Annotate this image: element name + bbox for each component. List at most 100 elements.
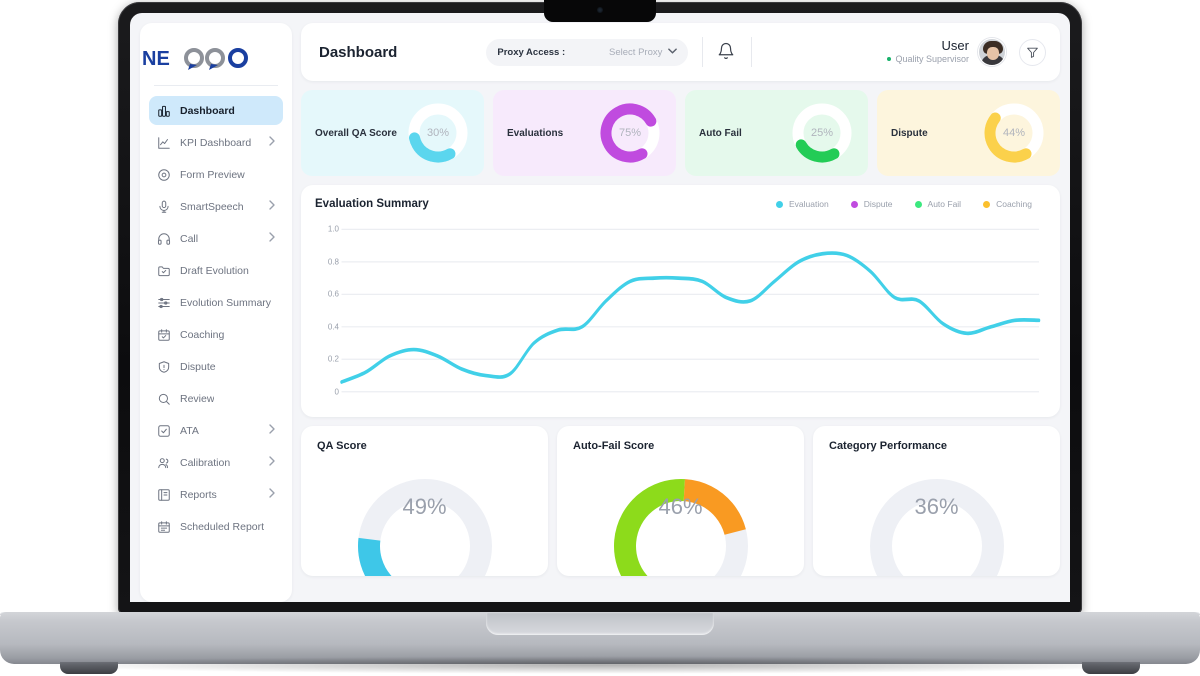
chevron-right-icon	[269, 456, 275, 469]
legend-label: Dispute	[863, 199, 893, 209]
donut-card-title: QA Score	[317, 440, 367, 452]
chart-legend: Evaluation Dispute Auto Fail Coaching	[776, 199, 1044, 209]
kpi-card-value: 30%	[426, 127, 450, 139]
donut-chart	[861, 470, 1013, 576]
sidebar-item-kpi-dashboard[interactable]: KPI Dashboard	[149, 128, 283, 157]
chevron-right-icon	[269, 136, 275, 149]
donut-card-value: 49%	[402, 494, 447, 519]
kpi-card-label: Overall QA Score	[315, 127, 397, 139]
sliders-icon	[157, 296, 171, 310]
sidebar-item-dispute[interactable]: Dispute	[149, 352, 283, 381]
kpi-card-value: 25%	[810, 127, 834, 139]
sidebar-item-scheduled-report[interactable]: Scheduled Report	[149, 512, 283, 541]
sidebar-item-label: Form Preview	[180, 168, 245, 181]
laptop-screen: NE Dashboard KPI Dashboard Form Preview Sma…	[130, 13, 1070, 602]
kpi-card-auto-fail[interactable]: Auto Fail 25%	[685, 90, 868, 176]
donut-card-qa-score[interactable]: QA Score 49%	[301, 426, 548, 576]
y-axis-tick-label: 0.2	[327, 354, 339, 364]
sidebar-item-label: Dispute	[180, 360, 216, 373]
sidebar-item-form-preview[interactable]: Form Preview	[149, 160, 283, 189]
sidebar-item-coaching[interactable]: Coaching	[149, 320, 283, 349]
bell-icon[interactable]	[717, 42, 737, 62]
user-info: User Quality Supervisor	[887, 38, 969, 65]
y-axis-tick-label: 0.8	[327, 257, 339, 267]
donut-card-category-performance[interactable]: Category Performance 36%	[813, 426, 1060, 576]
legend-item-coaching[interactable]: Coaching	[983, 199, 1032, 209]
search-icon	[157, 392, 171, 406]
sidebar-item-draft-evolution[interactable]: Draft Evolution	[149, 256, 283, 285]
book-icon	[157, 488, 171, 502]
sidebar-item-label: Evolution Summary	[180, 296, 272, 309]
page-title: Dashboard	[319, 43, 398, 61]
legend-item-evaluation[interactable]: Evaluation	[776, 199, 829, 209]
legend-dot-icon	[914, 200, 922, 208]
sidebar-item-dashboard[interactable]: Dashboard	[149, 96, 283, 125]
sidebar-item-ata[interactable]: ATA	[149, 416, 283, 445]
filter-funnel-icon	[1027, 47, 1038, 58]
square-check-icon	[157, 424, 171, 438]
sidebar-item-smartspeech[interactable]: SmartSpeech	[149, 192, 283, 221]
kpi-donut-chart: 44%	[982, 101, 1046, 165]
sidebar-item-call[interactable]: Call	[149, 224, 283, 253]
kpi-card-label: Auto Fail	[699, 127, 742, 139]
chart-plot-area: 0 0.2 0.4 0.6 0.8 1.0	[315, 222, 1044, 409]
chevron-down-icon	[668, 48, 678, 56]
proxy-access-select[interactable]: Proxy Access : Select Proxy	[486, 38, 689, 66]
sidebar: NE Dashboard KPI Dashboard Form Preview Sma…	[140, 23, 292, 602]
sidebar-item-label: ATA	[180, 424, 199, 437]
kpi-card-evaluations[interactable]: Evaluations 75%	[493, 90, 676, 176]
sidebar-item-label: Calibration	[180, 456, 231, 469]
calendar-check-icon	[157, 328, 171, 342]
sidebar-item-label: Scheduled Report	[180, 520, 265, 533]
sidebar-item-label: Call	[180, 232, 199, 245]
legend-label: Coaching	[996, 199, 1032, 209]
neqqo-logo-icon: NE	[142, 48, 248, 70]
user-role-label: Quality Supervisor	[895, 54, 969, 65]
proxy-access-value: Select Proxy	[609, 46, 663, 58]
shield-alert-icon	[157, 360, 171, 374]
chevron-right-icon	[269, 488, 275, 501]
webcam-icon	[597, 7, 603, 13]
topbar-divider-2	[751, 37, 753, 67]
sidebar-item-reports[interactable]: Reports	[149, 480, 283, 509]
kpi-donut-chart: 30%	[406, 101, 470, 165]
sidebar-item-label: Draft Evolution	[180, 264, 249, 277]
legend-label: Auto Fail	[927, 199, 962, 209]
sidebar-item-calibration[interactable]: Calibration	[149, 448, 283, 477]
evaluation-summary-card: Evaluation Summary Evaluation Dispute Auto…	[301, 185, 1060, 417]
chevron-right-icon	[269, 232, 275, 245]
filter-button[interactable]	[1019, 38, 1046, 66]
legend-item-auto-fail[interactable]: Auto Fail	[914, 199, 962, 209]
kpi-card-overall-qa-score[interactable]: Overall QA Score 30%	[301, 90, 484, 176]
chevron-right-icon	[269, 200, 275, 213]
y-axis-tick-label: 0	[334, 387, 339, 397]
status-dot-icon	[887, 57, 892, 62]
sidebar-item-label: Dashboard	[180, 104, 235, 117]
legend-item-dispute[interactable]: Dispute	[850, 199, 893, 209]
avatar-face	[987, 47, 999, 60]
sidebar-divider	[154, 85, 278, 86]
y-axis-tick-label: 0.6	[327, 289, 339, 299]
kpi-card-dispute[interactable]: Dispute 44%	[877, 90, 1060, 176]
calendar-icon	[157, 520, 171, 534]
kpi-donut-chart: 75%	[598, 101, 662, 165]
app-root: NE Dashboard KPI Dashboard Form Preview Sma…	[130, 13, 1070, 602]
sidebar-item-label: Reports	[180, 488, 217, 501]
donut-card-row: QA Score 49% Auto-Fail Score 46% Category Pe…	[301, 426, 1060, 576]
avatar[interactable]	[978, 38, 1006, 66]
sidebar-item-review[interactable]: Review	[149, 384, 283, 413]
kpi-card-value: 75%	[618, 127, 642, 139]
line-chart-svg	[340, 228, 1041, 393]
laptop-shadow	[30, 656, 1170, 674]
brand-logo[interactable]: NE	[140, 35, 292, 85]
sidebar-item-label: Coaching	[180, 328, 225, 341]
sidebar-item-label: SmartSpeech	[180, 200, 244, 213]
user-menu[interactable]: User Quality Supervisor	[887, 38, 1046, 66]
sidebar-item-evolution-summary[interactable]: Evolution Summary	[149, 288, 283, 317]
laptop-trackpad-notch	[486, 613, 714, 635]
headphones-icon	[157, 232, 171, 246]
users-icon	[157, 456, 171, 470]
donut-card-auto-fail-score[interactable]: Auto-Fail Score 46%	[557, 426, 804, 576]
legend-dot-icon	[983, 200, 991, 208]
microphone-icon	[157, 200, 171, 214]
